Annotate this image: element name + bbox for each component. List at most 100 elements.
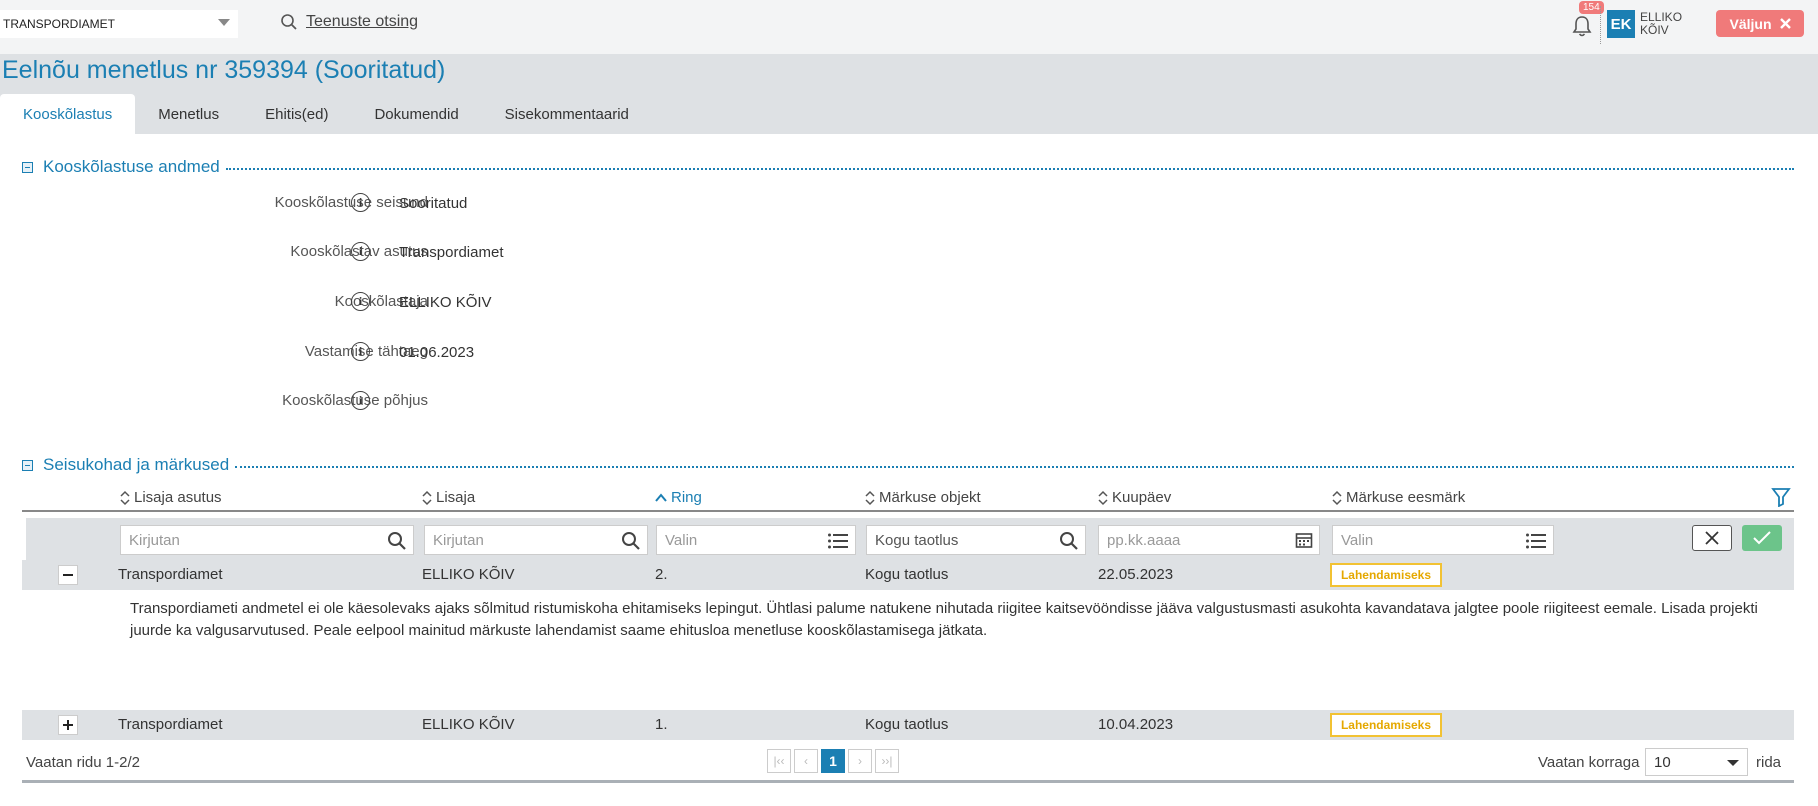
- filter-markuse-objekt-input[interactable]: Kogu taotlus: [866, 525, 1086, 555]
- cell-kuupaev: 10.04.2023: [1098, 716, 1174, 733]
- page-number-button[interactable]: 1: [821, 749, 845, 773]
- organization-select[interactable]: TRANSPORDIAMET: [0, 10, 238, 38]
- column-label: Kuupäev: [1112, 489, 1172, 506]
- first-page-button[interactable]: |‹‹: [767, 749, 791, 773]
- status-badge: Lahendamiseks: [1330, 713, 1442, 737]
- column-label: Märkuse objekt: [879, 489, 981, 506]
- info-icon[interactable]: i: [351, 391, 370, 410]
- column-label: Lisaja: [436, 489, 476, 506]
- field-row-kooskolastaja: Kooskõlastaja i ELLIKO KÕIV: [0, 291, 900, 315]
- column-header-lisaja-asutus[interactable]: Lisaja asutus: [120, 489, 222, 506]
- sort-icon: [1098, 490, 1108, 505]
- filter-ring-select[interactable]: Valin: [656, 525, 856, 555]
- filter-markuse-eesmark-select[interactable]: Valin: [1332, 525, 1554, 555]
- clear-filters-button[interactable]: [1692, 525, 1732, 551]
- info-icon[interactable]: i: [351, 342, 370, 361]
- row-detail-text: Transpordiameti andmetel ei ole käesolev…: [130, 600, 1758, 639]
- cell-lisaja: ELLIKO KÕIV: [422, 566, 515, 583]
- collapse-row-button[interactable]: [58, 565, 78, 585]
- status-badge: Lahendamiseks: [1330, 563, 1442, 587]
- column-header-lisaja[interactable]: Lisaja: [422, 489, 475, 506]
- field-row-tahtaeg: Vastamise tähtaeg i 01.06.2023: [0, 341, 900, 365]
- filter-row: Kirjutan Kirjutan Valin Kogu taotlus pp.…: [26, 518, 1794, 560]
- column-header-ring[interactable]: Ring: [655, 489, 702, 506]
- filter-kuupaev-input[interactable]: pp.kk.aaaa: [1098, 525, 1320, 555]
- section-header-kooskolastuse-andmed: Kooskõlastuse andmed: [22, 157, 1794, 177]
- cell-lisaja: ELLIKO KÕIV: [422, 716, 515, 733]
- field-row-asutus: Kooskõlastav asutus i Transpordiamet: [0, 241, 900, 265]
- table-row[interactable]: Transpordiamet ELLIKO KÕIV 1. Kogu taotl…: [22, 710, 1794, 740]
- chevron-down-icon: [218, 19, 230, 26]
- section-header-seisukohad: Seisukohad ja märkused: [22, 455, 1794, 475]
- close-icon: [1779, 18, 1791, 29]
- chevron-left-icon: ‹: [804, 754, 808, 768]
- divider: [225, 167, 1794, 170]
- minus-icon: [63, 574, 73, 576]
- filter-placeholder: Kirjutan: [433, 531, 484, 549]
- field-row-seisund: Kooskõlastuse seisund i Sooritatud: [0, 192, 900, 216]
- sort-icon: [1332, 490, 1342, 505]
- table-row[interactable]: Transpordiamet ELLIKO KÕIV 2. Kogu taotl…: [22, 560, 1794, 590]
- sort-icon: [422, 490, 432, 505]
- cell-markuse-objekt: Kogu taotlus: [865, 566, 949, 583]
- tab-dokumendid[interactable]: Dokumendid: [351, 94, 481, 134]
- user-last-name: KÕIV: [1640, 23, 1669, 37]
- logout-label: Väljun: [1729, 15, 1772, 32]
- filter-lisaja-asutus-input[interactable]: Kirjutan: [120, 525, 414, 555]
- filter-lisaja-input[interactable]: Kirjutan: [424, 525, 648, 555]
- info-icon[interactable]: i: [351, 292, 370, 311]
- pagination: |‹‹ ‹ 1 › ››|: [767, 749, 899, 773]
- info-icon[interactable]: i: [351, 193, 370, 212]
- logout-button[interactable]: Väljun: [1716, 10, 1804, 37]
- plus-icon: [63, 720, 73, 730]
- user-name: ELLIKO KÕIV: [1640, 11, 1682, 37]
- avatar[interactable]: EK: [1607, 10, 1635, 38]
- field-value: ELLIKO KÕIV: [399, 294, 492, 311]
- tab-kooskolastus[interactable]: Kooskõlastus: [0, 94, 136, 134]
- bell-icon[interactable]: [1571, 14, 1593, 38]
- list-icon: [828, 533, 848, 549]
- column-header-markuse-objekt[interactable]: Märkuse objekt: [865, 489, 981, 506]
- filter-placeholder: Valin: [1341, 531, 1374, 549]
- collapse-icon[interactable]: [22, 459, 33, 471]
- expand-row-button[interactable]: [58, 715, 78, 735]
- per-page-value: 10: [1654, 753, 1671, 771]
- chevron-down-icon: [1727, 760, 1739, 766]
- per-page-suffix: rida: [1756, 754, 1782, 771]
- field-value: 01.06.2023: [399, 344, 475, 361]
- list-icon: [1526, 533, 1546, 549]
- cell-markuse-objekt: Kogu taotlus: [865, 716, 949, 733]
- sort-icon: [120, 490, 130, 505]
- per-page-select[interactable]: 10: [1645, 748, 1748, 776]
- last-page-button[interactable]: ››|: [875, 749, 899, 773]
- service-search-link[interactable]: Teenuste otsing: [280, 13, 418, 31]
- column-header-markuse-eesmark[interactable]: Märkuse eesmärk: [1332, 489, 1465, 506]
- tab-ehitised[interactable]: Ehitis(ed): [242, 94, 351, 134]
- last-page-icon: ››|: [881, 754, 893, 768]
- first-page-icon: |‹‹: [773, 754, 785, 768]
- column-label: Märkuse eesmärk: [1346, 489, 1466, 506]
- cell-ring: 2.: [655, 566, 668, 583]
- service-search-label: Teenuste otsing: [306, 13, 419, 30]
- table-header: Lisaja asutus Lisaja Ring Märkuse objekt…: [22, 486, 1794, 512]
- section-title: Seisukohad ja märkused: [43, 455, 230, 474]
- previous-page-button[interactable]: ‹: [794, 749, 818, 773]
- divider: [1600, 6, 1601, 44]
- next-page-button[interactable]: ›: [848, 749, 872, 773]
- column-header-kuupaev[interactable]: Kuupäev: [1098, 489, 1171, 506]
- search-icon: [281, 14, 297, 30]
- cell-lisaja-asutus: Transpordiamet: [118, 716, 223, 733]
- tab-sisekommentaarid[interactable]: Sisekommentaarid: [482, 94, 652, 134]
- search-icon: [1060, 532, 1078, 550]
- tab-menetlus[interactable]: Menetlus: [135, 94, 242, 134]
- close-icon: [1705, 531, 1719, 545]
- rows-info: Vaatan ridu 1-2/2: [26, 754, 140, 771]
- field-value: Transpordiamet: [399, 244, 504, 261]
- info-icon[interactable]: i: [351, 242, 370, 261]
- calendar-icon: [1295, 533, 1313, 548]
- sort-ascending-icon: [655, 492, 667, 502]
- chevron-right-icon: ›: [858, 754, 862, 768]
- filter-icon[interactable]: [1771, 487, 1791, 507]
- apply-filters-button[interactable]: [1742, 525, 1782, 551]
- collapse-icon[interactable]: [22, 161, 33, 173]
